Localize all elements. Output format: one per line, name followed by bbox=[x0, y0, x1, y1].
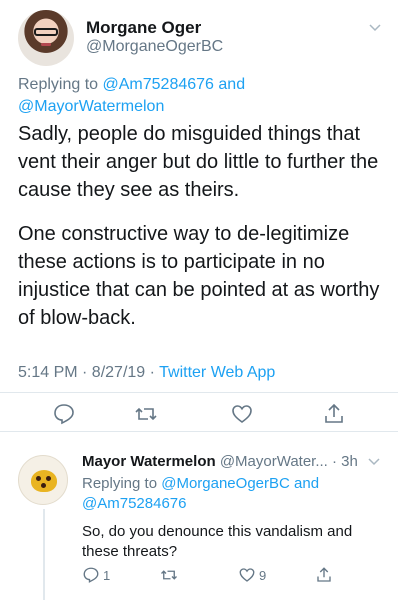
like-count: 9 bbox=[259, 567, 267, 583]
replying-prefix: Replying to bbox=[18, 76, 99, 93]
reply-action[interactable]: 1 bbox=[82, 565, 110, 585]
mention-link[interactable]: @MayorWatermelon bbox=[18, 98, 164, 115]
main-tweet: Morgane Oger @MorganeOgerBC Replying to … bbox=[0, 0, 398, 432]
tweet-meta: 5:14 PM · 8/27/19 · Twitter Web App bbox=[18, 364, 275, 382]
reply-header: Mayor Watermelon @MayorWater... · 3h bbox=[82, 453, 358, 470]
timestamp[interactable]: 5:14 PM · 8/27/19 · bbox=[18, 364, 159, 381]
reply-icon[interactable] bbox=[52, 402, 76, 426]
chevron-down-icon[interactable] bbox=[367, 454, 381, 468]
tweet-paragraph: Sadly, people do misguided things that v… bbox=[18, 123, 379, 201]
reply-author-name[interactable]: Mayor Watermelon bbox=[82, 453, 216, 470]
like-action[interactable]: 9 bbox=[238, 565, 266, 585]
reply-icon[interactable] bbox=[82, 566, 100, 584]
mention-link[interactable]: @MorganeOgerBC bbox=[161, 475, 290, 492]
retweet-action[interactable] bbox=[160, 565, 178, 585]
divider bbox=[0, 431, 398, 432]
replying-and[interactable]: and bbox=[294, 475, 319, 492]
tweet-source[interactable]: Twitter Web App bbox=[159, 364, 275, 381]
replying-to: Replying to @MorganeOgerBC and @Am752846… bbox=[82, 474, 382, 514]
reply-count: 1 bbox=[103, 567, 111, 583]
replying-to: Replying to @Am75284676 and @MayorWaterm… bbox=[18, 74, 378, 118]
retweet-icon[interactable] bbox=[134, 402, 158, 426]
retweet-icon[interactable] bbox=[160, 566, 178, 584]
reply-author-avatar[interactable] bbox=[18, 455, 68, 505]
tweet-text: Sadly, people do misguided things that v… bbox=[18, 120, 380, 348]
tweet-paragraph: One constructive way to de-legitimize th… bbox=[18, 223, 380, 329]
reply-tweet[interactable]: Mayor Watermelon @MayorWater... · 3h Rep… bbox=[0, 437, 398, 600]
tweet-actions bbox=[0, 394, 398, 430]
replying-prefix: Replying to bbox=[82, 475, 158, 492]
share-icon[interactable] bbox=[322, 402, 346, 426]
share-action[interactable] bbox=[315, 565, 333, 585]
like-icon[interactable] bbox=[238, 566, 256, 584]
share-icon[interactable] bbox=[315, 566, 333, 584]
author-name[interactable]: Morgane Oger bbox=[86, 18, 201, 38]
reply-text: So, do you denounce this vandalism and t… bbox=[82, 523, 353, 560]
reply-time[interactable]: · 3h bbox=[328, 453, 358, 470]
mention-link[interactable]: @Am75284676 bbox=[103, 76, 214, 93]
replying-and[interactable]: and bbox=[218, 76, 245, 93]
like-icon[interactable] bbox=[230, 402, 254, 426]
author-avatar[interactable] bbox=[18, 10, 74, 66]
reply-author-handle[interactable]: @MayorWater... bbox=[220, 453, 328, 470]
divider bbox=[0, 392, 398, 393]
reply-actions: 1 9 bbox=[0, 565, 398, 587]
mention-link[interactable]: @Am75284676 bbox=[82, 495, 186, 512]
author-handle[interactable]: @MorganeOgerBC bbox=[86, 38, 223, 56]
chevron-down-icon[interactable] bbox=[368, 20, 382, 34]
